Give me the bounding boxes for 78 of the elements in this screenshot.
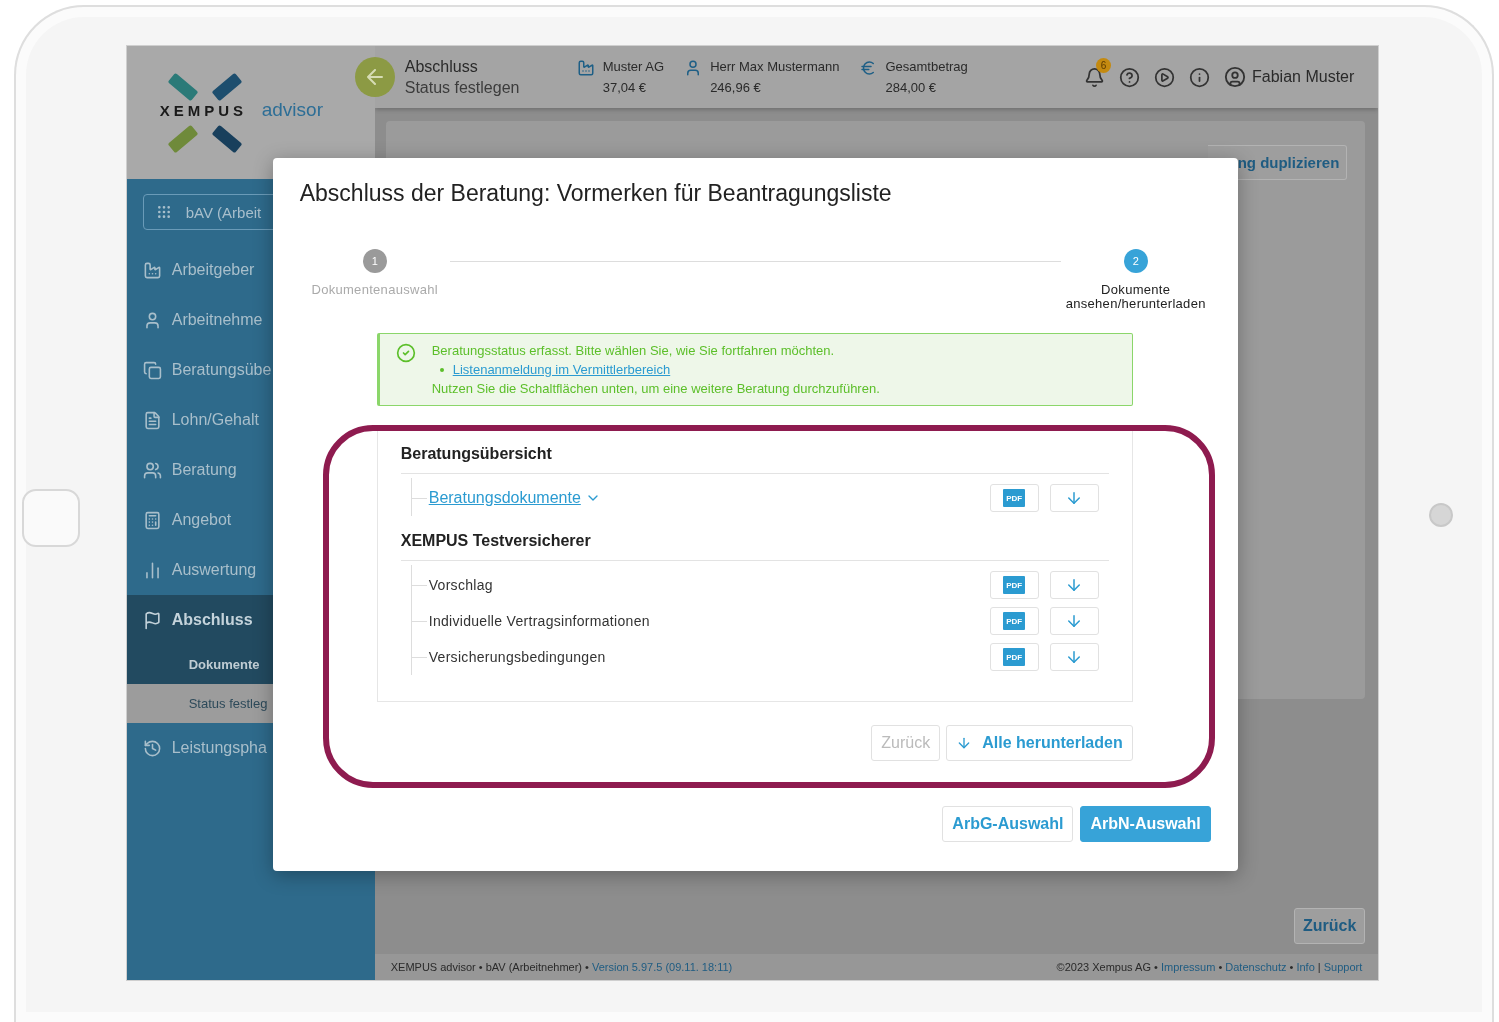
nav-item[interactable]: Beratung [126, 445, 375, 495]
page-subtitle: Status festlegen [404, 78, 521, 97]
summary-value: 284,00 € [885, 80, 938, 95]
step-number: 1 [362, 249, 387, 273]
nav-icon [142, 360, 162, 380]
step-label: Dokumentenauswahl [311, 283, 438, 297]
pdf-icon: PDF [1003, 489, 1026, 507]
nav-icon [142, 260, 162, 280]
document-link[interactable]: Beratungsdokumente [428, 489, 601, 507]
document-name: Versicherungsbedingungen [428, 649, 606, 665]
pdf-button[interactable]: PDF [989, 484, 1039, 512]
section-title: XEMPUS Testversicherer [400, 532, 1109, 561]
check-circle-icon [395, 343, 416, 363]
footer-link[interactable]: Support [1323, 961, 1363, 973]
separator: • [1217, 961, 1224, 973]
pdf-button[interactable]: PDF [989, 571, 1039, 599]
download-button[interactable] [1049, 607, 1099, 635]
nav-item[interactable]: Arbeitnehme [126, 295, 375, 345]
nav-item[interactable]: Leistungspha [126, 723, 375, 773]
alert-message: Beratungsstatus erfasst. Bitte wählen Sie, wie Sie fortfahren möchten. [431, 343, 836, 358]
nav-icon [142, 738, 162, 758]
version-link[interactable]: Version 5.97.5 (09.11. 18:11) [592, 961, 733, 973]
download-button[interactable] [1049, 571, 1099, 599]
download-all-button[interactable]: Alle herunterladen [946, 725, 1133, 761]
play-button[interactable] [1154, 66, 1176, 88]
nav-item[interactable]: Lohn/Gehalt [126, 395, 375, 445]
pdf-icon: PDF [1003, 576, 1026, 594]
document-name: Individuelle Vertragsinformationen [428, 613, 650, 629]
summary-value: 37,04 € [602, 80, 648, 95]
alert-note: Nutzen Sie die Schaltflächen unten, um eine weitere Beratung durchzuführen. [431, 381, 880, 396]
logo-product: advisor [261, 98, 323, 121]
pdf-button[interactable]: PDF [989, 643, 1039, 671]
action-button[interactable]: ArbN-Auswahl [1080, 806, 1211, 842]
footer-link[interactable]: Info [1296, 961, 1315, 973]
info-icon [1189, 66, 1211, 88]
summary-label: Gesamtbetrag [885, 59, 968, 74]
alert-link[interactable]: Listenanmeldung im Vermittlerbereich [452, 362, 671, 377]
section-title: Beratungsübersicht [400, 445, 1109, 474]
back-button[interactable]: Zurück [1293, 908, 1366, 944]
pdf-button[interactable]: PDF [989, 607, 1039, 635]
summary-label: Herr Max Mustermann [710, 59, 840, 74]
help-button[interactable] [1119, 66, 1141, 88]
step-label: Dokumente ansehen/herunterladen [1064, 283, 1207, 311]
info-button[interactable] [1189, 66, 1211, 88]
footer-text: XEMPUS advisor • bAV (Arbeitnehmer) • [390, 961, 590, 973]
grid-icon [155, 204, 172, 220]
bullet-icon [439, 367, 444, 372]
notification-badge: 6 [1096, 57, 1112, 73]
user-name[interactable]: Fabian Muster [1252, 68, 1355, 86]
nav-item[interactable]: Auswertung [126, 545, 375, 595]
action-button[interactable]: ArbG-Auswahl [942, 806, 1074, 842]
page-title: Abschluss [404, 57, 479, 76]
separator: | [1316, 961, 1322, 973]
separator: • [1288, 961, 1295, 973]
nav-item[interactable]: Angebot [126, 495, 375, 545]
pdf-icon: PDF [1003, 612, 1026, 630]
arrow-left-icon [366, 69, 383, 85]
play-icon [1154, 66, 1176, 88]
nav-icon [142, 410, 162, 430]
summary-icon [576, 59, 595, 77]
home-button[interactable] [21, 489, 80, 547]
summary-value: 246,96 € [710, 80, 762, 95]
pdf-icon: PDF [1003, 648, 1026, 666]
footer-link[interactable]: Datenschutz [1225, 961, 1287, 973]
help-icon [1119, 66, 1141, 88]
nav-icon [142, 610, 162, 630]
nav-icon [142, 460, 162, 480]
camera-dot [1428, 503, 1453, 527]
copyright-text: ©2023 Xempus AG • [1056, 961, 1159, 973]
download-button[interactable] [1049, 643, 1099, 671]
footer-link[interactable]: Impressum [1160, 961, 1216, 973]
download-button[interactable] [1049, 484, 1099, 512]
account-icon [1224, 66, 1247, 88]
nav-item[interactable]: Beratungsübe [126, 345, 375, 395]
summary-label: Muster AG [602, 59, 665, 74]
document-name: Vorschlag [428, 577, 493, 593]
nav-icon [142, 510, 162, 530]
step-number: 2 [1123, 249, 1148, 273]
